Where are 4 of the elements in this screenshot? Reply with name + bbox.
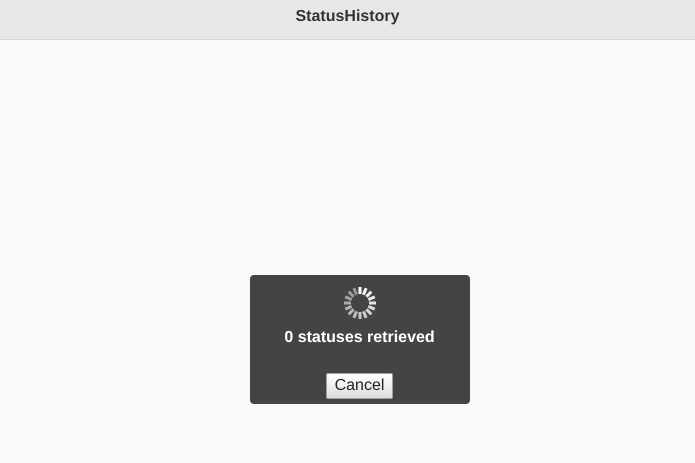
cancel-button[interactable]: Cancel xyxy=(326,373,394,399)
spinner-icon xyxy=(342,285,378,321)
page-title: StatusHistory xyxy=(295,7,400,27)
status-message: 0 statuses retrieved xyxy=(284,328,435,348)
